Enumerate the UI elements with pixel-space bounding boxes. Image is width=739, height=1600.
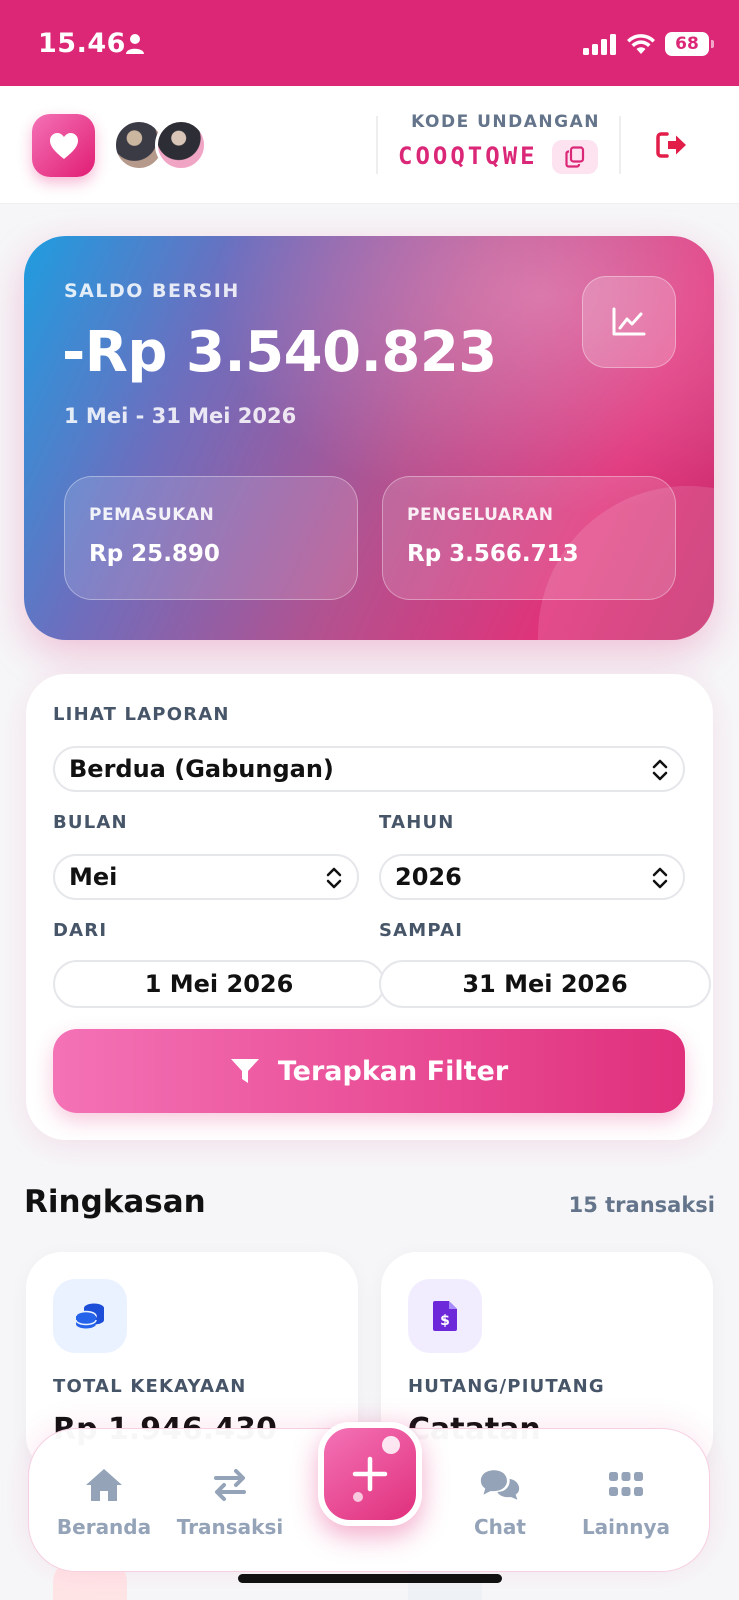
home-indicator[interactable]	[238, 1574, 502, 1583]
logout-icon	[656, 132, 686, 158]
svg-text:$: $	[440, 1313, 450, 1329]
coins-icon-tile	[53, 1279, 127, 1353]
copy-code-button[interactable]	[552, 140, 598, 174]
nav-transactions[interactable]: Transaksi	[165, 1429, 295, 1573]
logout-button[interactable]	[652, 128, 692, 162]
report-select-value: Berdua (Gabungan)	[69, 755, 334, 783]
decorative-dot	[382, 1436, 400, 1454]
from-date-input[interactable]: 1 Mei 2026	[53, 960, 385, 1008]
invite-code-label: KODE UNDANGAN	[411, 112, 600, 132]
status-time: 15.46	[38, 28, 126, 59]
income-card: PEMASUKAN Rp 25.890	[64, 476, 358, 600]
income-value: Rp 25.890	[89, 541, 220, 567]
status-bar: 15.46 68	[0, 0, 739, 86]
couple-avatars[interactable]	[113, 119, 213, 173]
plus-icon	[352, 1456, 388, 1492]
balance-card: SALDO BERSIH -Rp 3.540.823 1 Mei - 31 Me…	[24, 236, 714, 640]
summary-title: Ringkasan	[24, 1184, 206, 1220]
invoice-icon-tile: $	[408, 1279, 482, 1353]
divider	[619, 116, 621, 174]
year-select[interactable]: 2026	[379, 854, 685, 900]
nav-chat[interactable]: Chat	[435, 1429, 565, 1573]
total-wealth-label: TOTAL KEKAYAAN	[53, 1376, 247, 1397]
battery-indicator: 68	[665, 32, 714, 56]
report-select[interactable]: Berdua (Gabungan)	[53, 746, 685, 792]
invoice-icon: $	[433, 1301, 457, 1331]
income-label: PEMASUKAN	[89, 505, 215, 525]
app-logo[interactable]	[32, 114, 95, 177]
chat-icon	[480, 1470, 520, 1500]
divider	[376, 116, 378, 174]
nav-transactions-label: Transaksi	[176, 1515, 284, 1539]
coins-icon	[75, 1303, 104, 1329]
person-icon	[126, 34, 144, 54]
nav-home-label: Beranda	[56, 1515, 152, 1539]
invite-code: COOQTQWE	[398, 142, 538, 170]
signal-icon	[583, 34, 616, 55]
expense-card: PENGELUARAN Rp 3.566.713	[382, 476, 676, 600]
transaction-count: 15 transaksi	[568, 1193, 715, 1217]
balance-amount: -Rp 3.540.823	[62, 320, 497, 385]
add-transaction-button[interactable]	[318, 1422, 422, 1526]
to-date-input[interactable]: 31 Mei 2026	[379, 960, 711, 1008]
chevron-up-down-icon	[326, 867, 342, 889]
chart-line-icon	[612, 307, 646, 336]
home-icon	[86, 1469, 122, 1501]
status-indicators: 68	[583, 30, 714, 58]
heart-icon	[49, 132, 78, 159]
year-label: TAHUN	[379, 812, 455, 833]
avatar	[155, 119, 207, 171]
month-select[interactable]: Mei	[53, 854, 359, 900]
swap-icon	[214, 1469, 246, 1501]
apply-filter-label: Terapkan Filter	[277, 1055, 509, 1087]
balance-period: 1 Mei - 31 Mei 2026	[64, 404, 297, 428]
decorative-dot	[353, 1492, 363, 1502]
from-label: DARI	[53, 920, 108, 941]
chart-button[interactable]	[582, 276, 676, 368]
report-label: LIHAT LAPORAN	[53, 704, 230, 725]
chevron-up-down-icon	[652, 759, 668, 781]
filter-icon	[230, 1059, 259, 1083]
month-select-value: Mei	[69, 863, 118, 891]
apply-filter-button[interactable]: Terapkan Filter	[53, 1029, 685, 1113]
app-header: KODE UNDANGAN COOQTQWE	[0, 86, 739, 204]
nav-home[interactable]: Beranda	[39, 1429, 169, 1573]
expense-label: PENGELUARAN	[407, 505, 554, 525]
nav-chat-label: Chat	[474, 1515, 526, 1539]
month-label: BULAN	[53, 812, 128, 833]
copy-icon	[565, 146, 585, 168]
balance-label: SALDO BERSIH	[64, 280, 240, 302]
debt-label: HUTANG/PIUTANG	[408, 1376, 605, 1397]
filter-card: LIHAT LAPORAN Berdua (Gabungan) BULAN Me…	[26, 674, 713, 1140]
grid-icon	[609, 1472, 643, 1496]
wifi-icon	[627, 34, 655, 54]
nav-more[interactable]: Lainnya	[561, 1429, 691, 1573]
to-label: SAMPAI	[379, 920, 464, 941]
expense-value: Rp 3.566.713	[407, 541, 579, 567]
year-select-value: 2026	[395, 863, 462, 891]
chevron-up-down-icon	[652, 867, 668, 889]
nav-more-label: Lainnya	[581, 1515, 671, 1539]
